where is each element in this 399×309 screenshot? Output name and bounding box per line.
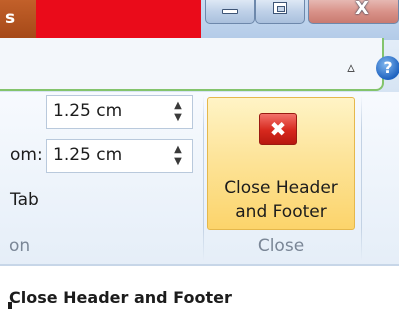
close-header-footer-button[interactable]: ✖ Close Header and Footer (207, 97, 355, 230)
header-from-top-value: 1.25 cm (53, 101, 123, 121)
close-window-icon: X (355, 0, 369, 19)
contextual-tab-label: s (5, 8, 16, 28)
close-group-label: Close (257, 236, 305, 256)
header-from-top-field[interactable]: 1.25 cm ▲ ▼ (46, 95, 193, 129)
spin-up-icon[interactable]: ▲ (171, 100, 185, 112)
contextual-tab-edge[interactable]: s (0, 0, 36, 40)
footer-from-bottom-value: 1.25 cm (53, 145, 123, 165)
maximize-button[interactable] (255, 0, 305, 24)
group-divider (361, 95, 362, 261)
minimize-button[interactable] (205, 0, 255, 24)
footer-from-bottom-spinner[interactable]: ▲ ▼ (165, 142, 191, 170)
insert-alignment-tab-label[interactable]: Tab (10, 190, 39, 210)
maximize-icon (273, 2, 287, 14)
position-group-label: on (9, 236, 31, 256)
help-icon[interactable]: ? (376, 56, 399, 80)
tooltip-text-fragment (8, 302, 12, 309)
header-from-top-spinner[interactable]: ▲ ▼ (165, 98, 191, 126)
minimize-icon (222, 9, 238, 14)
close-window-button[interactable]: X (308, 0, 399, 24)
spin-up-icon[interactable]: ▲ (171, 144, 185, 156)
collapse-ribbon-icon[interactable]: ▵ (342, 58, 360, 76)
close-red-x-icon: ✖ (259, 113, 297, 145)
footer-from-bottom-field[interactable]: 1.25 cm ▲ ▼ (46, 139, 193, 173)
footer-from-bottom-label: om: (10, 145, 43, 165)
ribbon-bottom-border (0, 264, 399, 266)
spin-down-icon[interactable]: ▼ (171, 156, 185, 168)
close-button-label-line2: and Footer (235, 202, 327, 222)
tooltip-title: Close Header and Footer (9, 288, 232, 307)
spin-down-icon[interactable]: ▼ (171, 112, 185, 124)
contextual-tab-header-footer[interactable] (0, 38, 384, 91)
group-divider (203, 95, 204, 261)
contextual-tab-group-header (36, 0, 201, 40)
close-button-label-line1: Close Header (224, 178, 338, 198)
